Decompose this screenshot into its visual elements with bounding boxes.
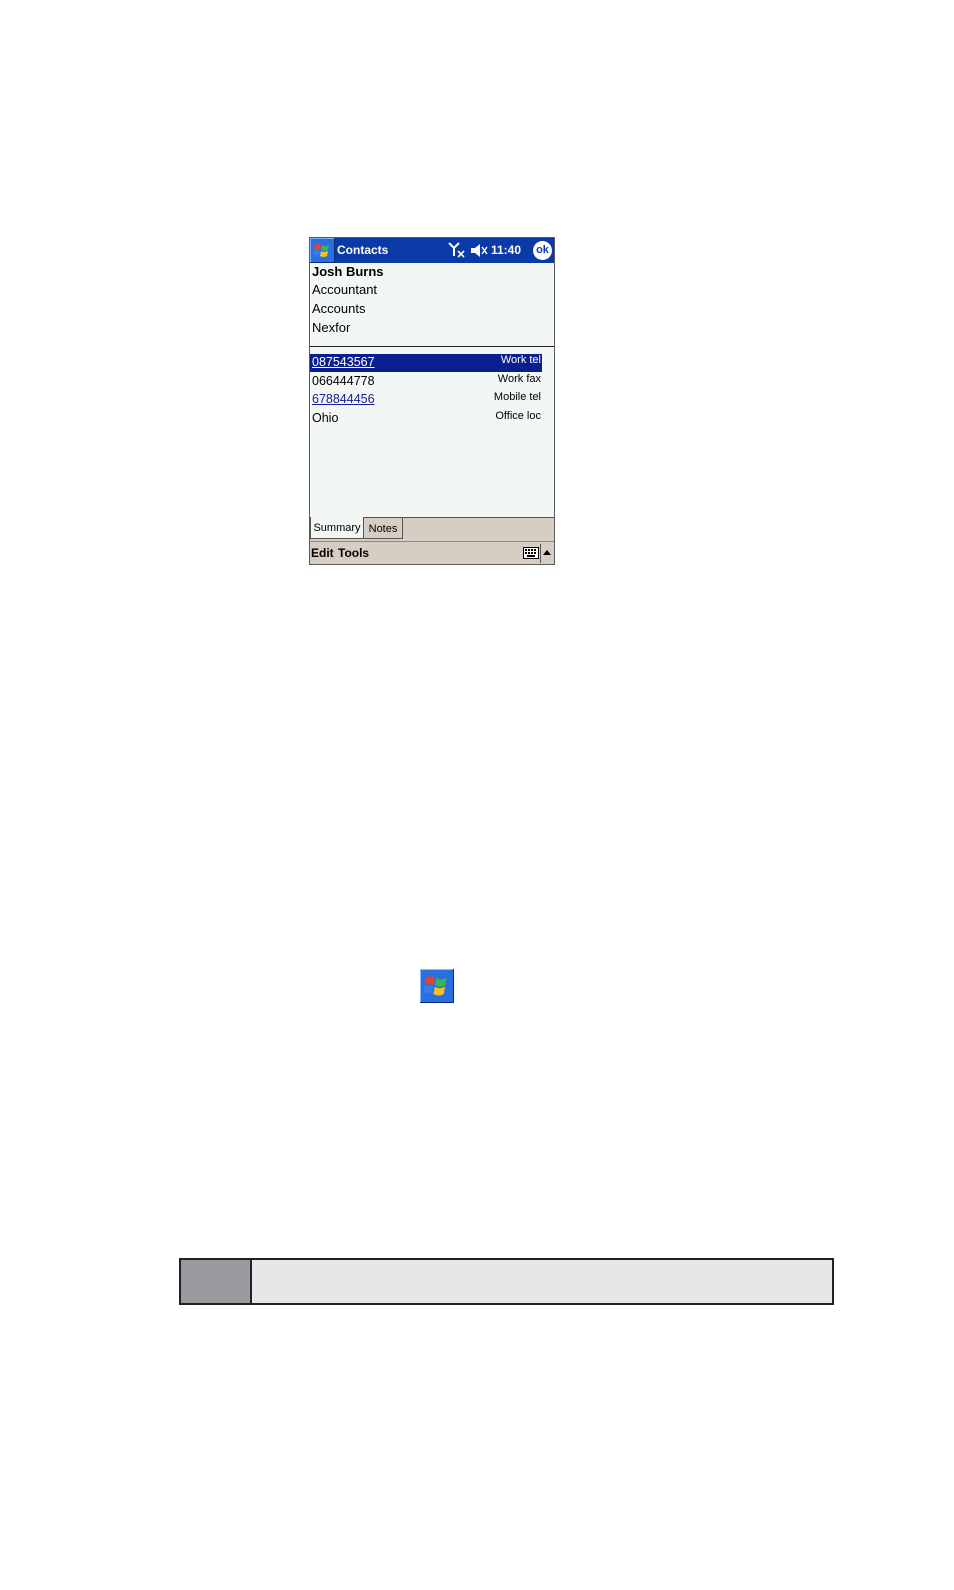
header-divider [310,346,554,347]
detail-row-mobile-tel[interactable]: 678844456 Mobile tel [310,391,542,409]
detail-value[interactable]: 087543567 [312,355,375,369]
windows-flag-icon [313,244,329,257]
tab-strip: Summary Notes [310,517,554,542]
ok-button[interactable]: ok [533,241,552,260]
detail-value: 066444778 [312,374,375,388]
detail-label: Mobile tel [493,391,541,403]
contact-job-title: Accountant [312,282,378,297]
contact-header: Josh Burns Accountant Accounts Nexfor [310,263,554,346]
detail-label: Work tel [500,354,541,366]
note-box [179,1258,834,1305]
menu-bar: Edit Tools [310,541,554,564]
sip-arrow-up-icon[interactable] [543,550,551,555]
sip-separator [540,544,541,563]
tab-notes[interactable]: Notes [363,517,403,539]
antenna-no-signal-icon[interactable] [448,242,466,258]
contact-department: Accounts [312,301,366,316]
menu-tools[interactable]: Tools [338,546,369,560]
detail-label: Work fax [497,373,541,385]
clock[interactable]: 11:40 [491,243,521,257]
contact-company: Nexfor [312,320,351,335]
detail-row-work-fax[interactable]: 066444778 Work fax [310,373,542,391]
tab-summary[interactable]: Summary [310,517,364,539]
menu-edit[interactable]: Edit [311,546,334,560]
start-button[interactable] [310,238,335,263]
detail-value[interactable]: 678844456 [312,392,375,406]
app-title: Contacts [337,243,389,257]
note-tab [181,1260,252,1303]
windows-flag-icon [420,969,454,1003]
detail-row-work-tel[interactable]: 087543567 Work tel [310,354,542,372]
speaker-muted-icon[interactable] [470,243,488,258]
pda-screenshot: Contacts 11:40 ok Josh Burns Accountant … [309,237,555,565]
contact-name: Josh Burns [312,264,384,279]
title-bar: Contacts 11:40 ok [310,238,554,263]
detail-row-office-loc[interactable]: Ohio Office loc [310,410,542,428]
detail-label: Office loc [495,410,541,422]
keyboard-icon[interactable] [523,547,539,559]
detail-value: Ohio [312,411,339,425]
windows-flag-icon-graphic [423,976,447,996]
